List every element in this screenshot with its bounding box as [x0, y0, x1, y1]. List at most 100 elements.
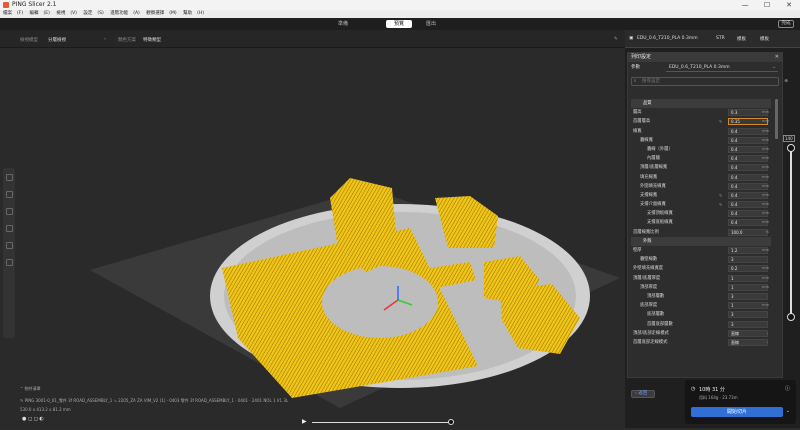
back-button[interactable]: ‹ 返回 — [631, 390, 655, 398]
menu-settings[interactable]: 設定 — [83, 11, 92, 16]
tool-support-icon[interactable] — [5, 242, 13, 249]
3d-viewport[interactable]: ⌃ 物件清單 ✎ PING 3001-0_01_零件 3f ROAD_ASSEM… — [0, 48, 625, 428]
menu-view[interactable]: 檢視 — [56, 11, 65, 16]
info-icon[interactable]: ⓘ — [785, 385, 790, 392]
setting-name: 層高 — [633, 110, 642, 116]
setting-value-input[interactable]: 直線 — [728, 329, 768, 337]
view-icons[interactable]: ● ◻ ◻ ◐ — [22, 416, 44, 422]
setting-unit: mm — [762, 211, 769, 216]
settings-scrollbar[interactable] — [775, 99, 778, 139]
minimize-button[interactable]: — — [734, 0, 756, 10]
horizontal-slider-knob[interactable] — [448, 419, 454, 425]
setting-value-input[interactable]: 3 — [728, 320, 768, 328]
tool-cut-icon[interactable] — [5, 225, 13, 232]
tool-scale-icon[interactable] — [5, 208, 13, 215]
setting-unit: mm — [762, 266, 769, 271]
settings-section[interactable]: 品質 — [631, 99, 771, 109]
layer-slider-bottom-knob[interactable] — [787, 313, 795, 321]
settings-search-input[interactable]: ⌕ 搜尋設定 ⊕ — [631, 77, 788, 86]
filename-text: PING 3001-0_01_零件 3f ROAD_ASSEMBLY_1 ↘ 2… — [24, 398, 289, 403]
setting-value-input[interactable]: 3 — [728, 311, 768, 319]
close-settings-icon[interactable]: ✕ — [775, 53, 779, 62]
menu-edit[interactable]: 編輯 — [30, 11, 39, 16]
search-placeholder: 搜尋設定 — [642, 79, 660, 84]
setting-unit: ⌄ — [766, 330, 769, 335]
tool-rotate-icon[interactable] — [5, 191, 13, 198]
layer-slider-track[interactable] — [790, 148, 792, 318]
setting-unit: mm — [762, 128, 769, 133]
setting-value-input[interactable]: 100.0 — [728, 228, 768, 236]
view-mode-select[interactable]: 分層檢視 — [48, 37, 66, 43]
setting-name: 牆壁線數 — [640, 257, 658, 263]
slice-button[interactable]: 開始切片 — [691, 407, 783, 417]
edit-icon[interactable]: ✎ — [614, 37, 618, 42]
preset-select[interactable]: EDU_0.6_T210_PLA 0.3mm — [666, 64, 778, 72]
setting-unit: % — [765, 229, 769, 234]
profile-bar: ▣ EDU_0.6_T210_PLA 0.3mm STR 模板 模板 — [625, 30, 800, 48]
setting-unit: ⌄ — [766, 339, 769, 344]
settings-section[interactable]: 外殼 — [631, 236, 771, 246]
settings-row: 頂部/底部走線模式 直線 ⌄ — [631, 329, 771, 338]
menu-file-key: (F) — [17, 11, 24, 16]
settings-menu-icon[interactable]: ⊕ — [784, 78, 788, 86]
horizontal-slider-track[interactable] — [312, 422, 452, 423]
filament-icon: ▣ — [629, 36, 634, 41]
setting-unit: mm — [762, 146, 769, 151]
color-scheme-select[interactable]: 特徵類型 — [143, 37, 161, 43]
settings-row: 首層底部走線模式 直線 ⌄ — [631, 338, 771, 347]
settings-row: 壁厚 1.2 mm — [631, 246, 771, 255]
profile-badge-str: STR — [716, 36, 725, 41]
setting-name: 外殼 — [643, 238, 652, 244]
settings-row: 內層牆 0.4 mm — [631, 154, 771, 163]
settings-row: 首層層高 ✎ 0.35 mm — [631, 117, 771, 126]
play-icon[interactable]: ▶ — [302, 418, 307, 425]
menu-file[interactable]: 檔案 — [3, 11, 12, 16]
setting-unit: mm — [762, 202, 769, 207]
setting-name: 線寬 — [633, 128, 642, 134]
chevron-down-icon[interactable]: ⌄ — [772, 62, 776, 74]
setting-value-input[interactable]: 直線 — [728, 338, 768, 346]
close-button[interactable]: ✕ — [778, 0, 800, 10]
setting-name: 首層層高 — [633, 119, 651, 125]
layer-playback: ▶ — [300, 418, 625, 426]
settings-row: 外壁填充線寬度 0.2 mm — [631, 264, 771, 273]
setting-value-input[interactable]: 3 — [728, 256, 768, 264]
menu-help-key: (H) — [197, 11, 204, 16]
object-list-text: 物件清單 — [24, 386, 41, 391]
layer-top-label: 140 — [783, 135, 795, 142]
tool-layers-icon[interactable] — [5, 259, 13, 266]
menu-help[interactable]: 幫助 — [183, 11, 192, 16]
pencil-icon[interactable]: ✎ — [719, 191, 722, 200]
plate-hole — [322, 266, 438, 338]
pencil-icon[interactable]: ✎ — [719, 117, 722, 126]
settings-list[interactable]: 品質 層高 0.3 mm 首層層高 ✎ 0.35 mm 線寬 0.4 mm 牆線寬 0.4 mm 牆線（外層… — [631, 99, 771, 377]
setting-value-input[interactable]: 3 — [728, 292, 768, 300]
color-scheme-label: 顏色方案 — [118, 38, 136, 43]
slice-summary: ◷ 10時 31 分 用料 164g · 23.73m ⓘ 開始切片 ⌄ — [685, 380, 796, 424]
tab-export[interactable]: 匯出 — [418, 20, 444, 28]
settings-row: 首層底部層數 3 — [631, 320, 771, 329]
tab-preview[interactable]: 預覽 — [386, 20, 412, 28]
object-list-label[interactable]: ⌃ 物件清單 — [20, 386, 41, 392]
clock-icon: ◷ — [691, 386, 696, 392]
collapse-left-icon[interactable]: ‹ — [104, 37, 106, 42]
profile-name[interactable]: EDU_0.6_T210_PLA 0.3mm — [637, 36, 698, 41]
layer-slider-top-knob[interactable] — [787, 144, 795, 152]
setting-name: 支撐介面線寬 — [640, 202, 666, 208]
app-title: PING Slicer 2.1 — [12, 1, 57, 8]
settings-row: 頂層/底層厚度 1 mm — [631, 274, 771, 283]
setting-unit: mm — [762, 284, 769, 289]
menu-advanced[interactable]: 進階功能 — [110, 11, 128, 16]
print-time: 10時 31 分 — [699, 387, 725, 393]
object-filename: ✎ PING 3001-0_01_零件 3f ROAD_ASSEMBLY_1 ↘… — [20, 398, 330, 404]
maximize-button[interactable]: ☐ — [756, 0, 778, 10]
settings-row: 首層線寬比例 100.0% — [631, 228, 771, 237]
setting-name: 底部層數 — [647, 312, 665, 318]
slice-options-chevron-icon[interactable]: ⌄ — [786, 408, 790, 414]
pencil-icon[interactable]: ✎ — [719, 200, 722, 209]
menu-view-key: (V) — [70, 11, 77, 16]
menu-observe[interactable]: 觀察選擇 — [146, 11, 164, 16]
done-button[interactable]: 完成 — [778, 20, 794, 28]
tab-prepare[interactable]: 準備 — [330, 20, 356, 28]
tool-move-icon[interactable] — [5, 174, 13, 181]
